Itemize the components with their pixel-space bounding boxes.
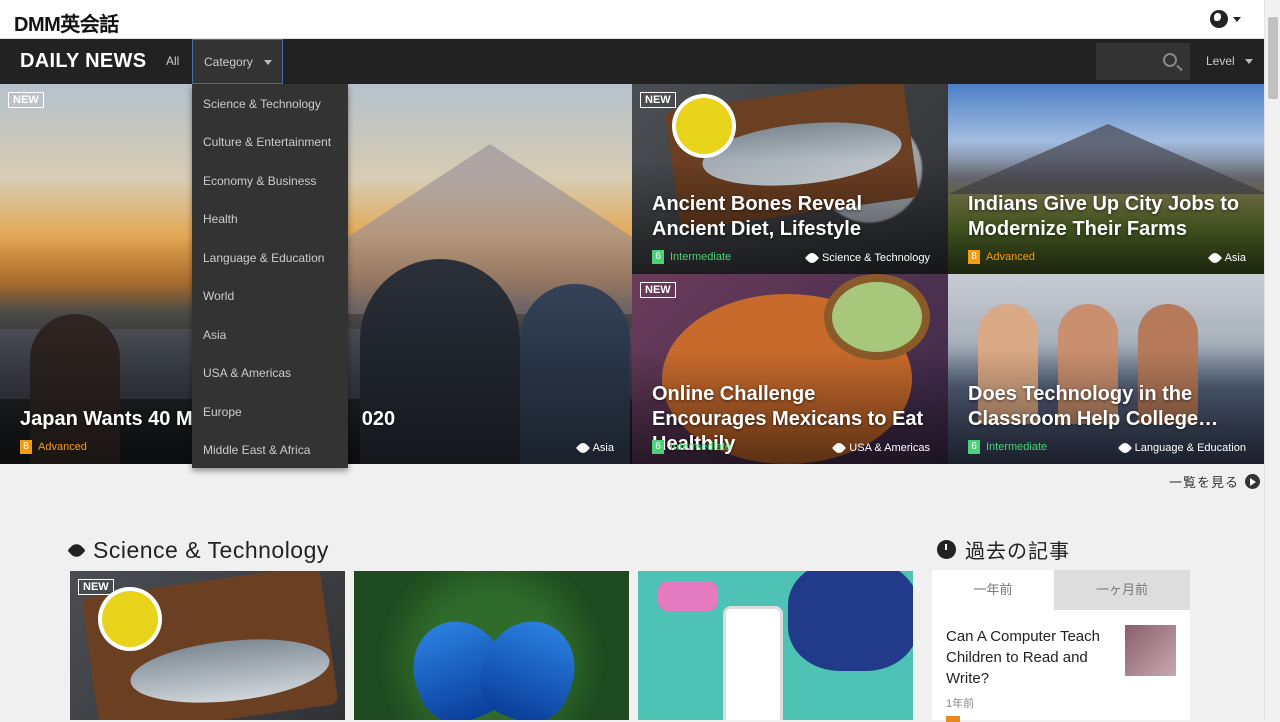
category-tag[interactable]: Asia [1207,250,1246,266]
level-number: 8 [968,250,980,264]
photo-bowl [832,282,922,352]
level-indicator: 6 Intermediate [652,440,731,454]
arrow-right-icon [1245,474,1261,489]
photo-phone [723,606,783,720]
tag-label: Science & Technology [821,252,930,264]
level-label: Intermediate [670,251,732,263]
clock-icon [937,540,956,559]
tag-label: Asia [592,442,614,454]
search-box[interactable] [1096,43,1190,80]
menu-item-world[interactable]: World [203,289,234,303]
tag-icon [67,541,86,560]
menu-item-language-education[interactable]: Language & Education [203,251,324,265]
top-header: DMM英会話 [0,0,1264,39]
category-tag[interactable]: Science & Technology [804,250,930,266]
level-label: Advanced [986,251,1035,263]
hero-article-tile[interactable]: NEW Ancient Bones Reveal Ancient Diet, L… [632,84,948,274]
section-title[interactable]: Science & Technology [67,537,329,564]
level-mark [946,716,960,722]
category-tag[interactable]: Asia [575,440,614,456]
article-card[interactable] [638,571,913,720]
section-title-label: Science & Technology [93,537,329,563]
tag-icon [575,440,590,456]
new-badge: NEW [640,92,676,108]
hero-article-tile[interactable]: Does Technology in the Classroom Help Co… [948,274,1264,464]
level-label: Intermediate [670,441,732,453]
photo-oil-bowl [102,591,158,647]
scrollbar-thumb[interactable] [1268,17,1278,99]
page-scrollbar[interactable] [1264,0,1280,720]
daily-news-title[interactable]: DAILY NEWS [20,50,146,73]
past-articles-label: 過去の記事 [965,541,1070,563]
chevron-down-icon [1233,17,1241,22]
level-number: 6 [652,440,664,454]
menu-item-economy-business[interactable]: Economy & Business [203,174,316,188]
globe-icon [1210,10,1228,28]
level-number: 6 [968,440,980,454]
category-tag[interactable]: USA & Americas [832,440,930,456]
menu-item-usa-americas[interactable]: USA & Americas [203,366,291,380]
see-all-label: 一覧を見る [1169,475,1240,490]
nav-all-link[interactable]: All [166,54,179,68]
category-tag[interactable]: Language & Education [1117,440,1246,456]
news-nav-bar: DAILY NEWS All Category Level [0,39,1264,84]
menu-item-health[interactable]: Health [203,212,238,226]
hero-main-title-right: 020 [361,408,396,430]
photo-shoe [788,571,913,671]
menu-item-europe[interactable]: Europe [203,405,242,419]
language-selector[interactable] [1210,9,1244,29]
search-icon[interactable] [1163,53,1177,67]
article-title[interactable]: Does Technology in the Classroom Help Co… [968,382,1250,432]
category-dropdown-button[interactable]: Category [192,39,283,84]
level-indicator: 6 Intermediate [652,250,731,264]
hero-article-tile[interactable]: Indians Give Up City Jobs to Modernize T… [948,84,1264,274]
past-articles-panel: 一年前 一ヶ月前 Can A Computer Teach Children t… [932,570,1190,722]
level-dropdown-button[interactable]: Level [1206,54,1235,68]
past-article-thumbnail[interactable] [1125,625,1176,676]
tag-label: Language & Education [1134,442,1246,454]
see-all-link[interactable]: 一覧を見る [1169,472,1261,491]
menu-item-culture-entertainment[interactable]: Culture & Entertainment [203,135,331,149]
category-dropdown-menu: Science & Technology Culture & Entertain… [192,84,348,468]
photo-butterfly-wing [469,608,589,720]
level-number: 8 [20,440,32,454]
tab-one-month-ago[interactable]: 一ヶ月前 [1054,570,1190,610]
past-article-title[interactable]: Can A Computer Teach Children to Read an… [946,626,1116,689]
tab-one-year-ago[interactable]: 一年前 [932,570,1054,610]
chevron-down-icon [1245,59,1253,64]
level-label: Advanced [38,441,87,453]
article-title[interactable]: Ancient Bones Reveal Ancient Diet, Lifes… [652,192,934,242]
new-badge: NEW [8,92,44,108]
tag-label: Asia [1224,252,1246,264]
tag-icon [804,250,820,266]
photo-oil-bowl [676,98,732,154]
tag-icon [1207,250,1222,266]
level-indicator: 8 Advanced [20,440,87,454]
tag-icon [1117,440,1132,456]
past-articles-title: 過去の記事 [937,535,1070,564]
level-label: Intermediate [986,441,1048,453]
dmm-logo[interactable]: DMM英会話 [14,8,119,37]
article-card[interactable]: NEW [70,571,345,720]
menu-item-asia[interactable]: Asia [203,328,226,342]
article-title[interactable]: Indians Give Up City Jobs to Modernize T… [968,192,1250,242]
level-indicator: 6 Intermediate [968,440,1047,454]
past-article-date: 1年前 [946,698,975,710]
category-label: Category [204,55,253,69]
level-indicator: 8 Advanced [968,250,1035,264]
new-badge: NEW [640,282,676,298]
menu-item-middle-east-africa[interactable]: Middle East & Africa [203,443,310,457]
article-card[interactable] [354,571,629,720]
hero-main-title-left: Japan Wants 40 Mil [20,408,204,430]
menu-item-science-technology[interactable]: Science & Technology [203,97,321,111]
hero-article-tile[interactable]: NEW Online Challenge Encourages Mexicans… [632,274,948,464]
chevron-down-icon [264,60,272,65]
tag-icon [832,440,847,456]
new-badge: NEW [78,579,114,595]
photo-dumbbell [658,581,718,611]
tag-label: USA & Americas [849,442,930,454]
level-number: 6 [652,250,664,264]
